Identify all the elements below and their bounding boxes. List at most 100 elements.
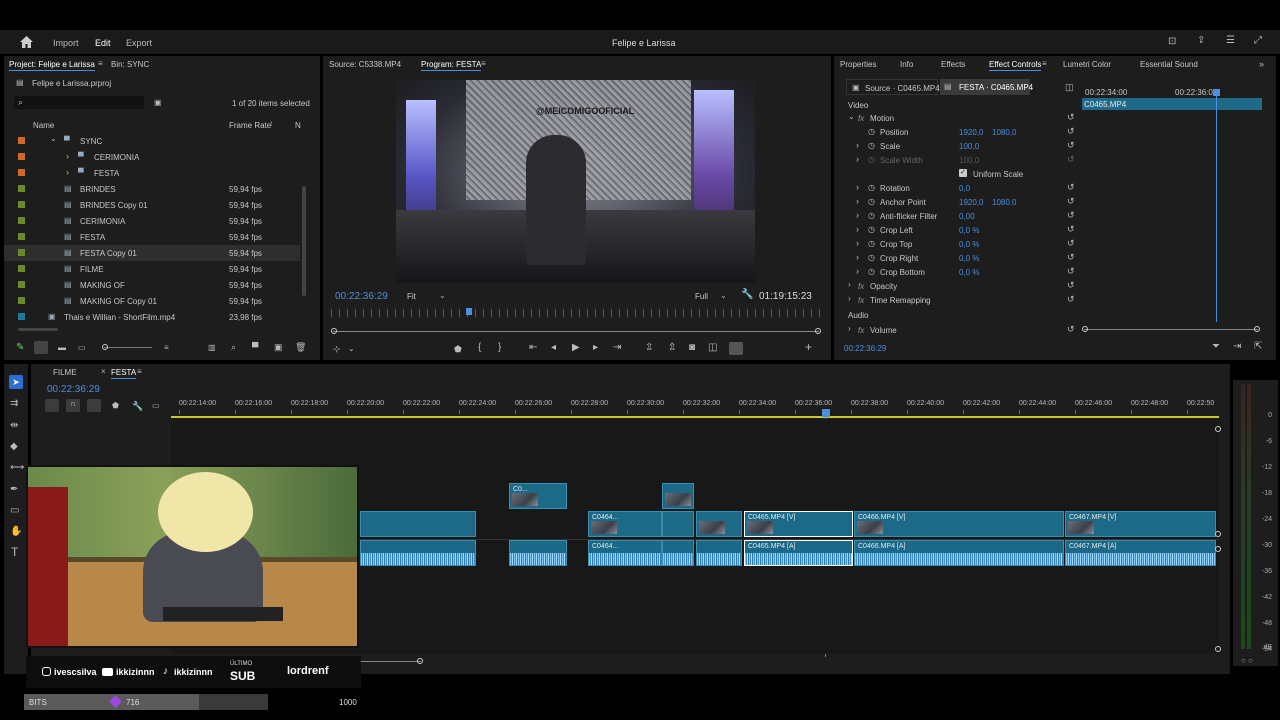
clip-v1-mid[interactable] (696, 511, 742, 537)
vscroll-handle-top[interactable] (1215, 426, 1221, 432)
hand-tool-icon[interactable]: ✋ (10, 527, 22, 537)
clip-a1-c0465[interactable]: C0465.MP4 [A] (744, 540, 853, 566)
fx-badge[interactable]: fx (858, 114, 864, 123)
tab-lumetri-color[interactable]: Lumetri Color (1063, 60, 1111, 69)
safe-margins-icon[interactable]: ⊹ (333, 344, 341, 354)
tab-info[interactable]: Info (900, 60, 913, 69)
stopwatch-icon[interactable]: ◷ (868, 127, 875, 137)
reset-icon[interactable]: ↺ (1067, 280, 1075, 290)
more-panels-icon[interactable]: » (1259, 59, 1264, 69)
type-tool-icon[interactable]: T (11, 546, 18, 558)
tab-bin[interactable]: Bin: SYNC (111, 60, 149, 69)
property-value[interactable]: 100,0 (959, 156, 979, 165)
clip-a1-c0467[interactable]: C0467.MP4 [A] (1065, 540, 1216, 566)
tab-project[interactable]: Project: Felipe e Larissa (9, 60, 95, 71)
fit-chevron-icon[interactable]: ⌄ (439, 291, 446, 301)
step-forward-icon[interactable]: ▸ (593, 343, 598, 353)
program-timecode[interactable]: 00:22:36:29 (335, 291, 388, 302)
stopwatch-icon[interactable]: ◷ (868, 239, 875, 249)
list-view-button[interactable] (34, 341, 48, 354)
icon-view-icon[interactable]: ▬ (58, 343, 66, 353)
fx-badge[interactable]: fx (858, 296, 864, 305)
property-value[interactable]: 0,0 % (959, 240, 979, 249)
list-item[interactable]: ▤ BRINDES 59,94 fps (4, 181, 300, 197)
tab-filme[interactable]: FILME (53, 368, 77, 377)
chevron-right-icon[interactable]: › (856, 182, 859, 192)
extract-icon[interactable]: ⇬ (668, 343, 676, 353)
fx-badge[interactable]: fx (858, 282, 864, 291)
new-item-icon[interactable]: ▣ (274, 342, 283, 352)
clip-v1-c0464[interactable]: C0464... (588, 511, 662, 537)
fit-dropdown[interactable]: Fit (407, 292, 416, 301)
tab-effect-controls[interactable]: Effect Controls (989, 60, 1042, 71)
property-value-2[interactable]: 1080,0 (992, 198, 1016, 207)
mark-out-icon[interactable]: } (498, 343, 501, 353)
trash-icon[interactable]: 🗑 (295, 342, 306, 352)
fullscreen-icon[interactable]: ⤢ (1254, 36, 1262, 46)
razor-icon[interactable]: ◆ (10, 442, 18, 452)
property-value[interactable]: 0,0 % (959, 226, 979, 235)
zoom-bar[interactable] (331, 328, 821, 334)
stopwatch-icon[interactable]: ◷ (868, 141, 875, 151)
add-button-icon[interactable]: + (805, 341, 812, 353)
clip-v1-prev[interactable] (360, 511, 476, 537)
video-frame[interactable]: @MEICOMIGOOFICIAL (396, 80, 755, 283)
label-color-swatch[interactable] (18, 249, 25, 256)
label-color-swatch[interactable] (18, 153, 25, 160)
proxy-toggle[interactable] (729, 342, 743, 355)
stopwatch-icon[interactable]: ◷ (868, 225, 875, 235)
lift-icon[interactable]: ⇫ (645, 343, 653, 353)
project-scrollbar[interactable] (302, 186, 306, 296)
quality-chevron-icon[interactable]: ⌄ (720, 291, 727, 301)
program-menu-icon[interactable]: ≡ (481, 59, 486, 69)
label-color-swatch[interactable] (18, 233, 25, 240)
list-item[interactable]: ▤ MAKING OF 59,94 fps (4, 277, 300, 293)
chevron-down-icon[interactable]: ⌄ (848, 112, 855, 122)
edit-tab[interactable]: Edit (95, 38, 111, 48)
freeform-view-icon[interactable]: ▭ (78, 343, 86, 353)
close-tab-icon[interactable]: × (101, 367, 106, 377)
stopwatch-icon[interactable]: ◷ (868, 253, 875, 263)
nest-toggle[interactable] (45, 399, 59, 412)
list-item[interactable]: ⌄ ▀ SYNC (4, 133, 300, 149)
ec-timecode[interactable]: 00:22:36:29 (844, 344, 886, 353)
mini-ruler[interactable] (331, 309, 821, 317)
ec-zoom-bar[interactable] (1082, 326, 1260, 332)
timeline-settings-icon[interactable]: 🔧 (132, 401, 143, 411)
timeline-timecode[interactable]: 00:22:36:29 (47, 384, 100, 395)
property-row[interactable]: ✓ Uniform Scale (834, 167, 1080, 181)
clip-a1-c0464[interactable]: C0464... (588, 540, 662, 566)
list-item[interactable]: ▤ FESTA 59,94 fps (4, 229, 300, 245)
property-value[interactable]: 0,0 (959, 184, 970, 193)
reset-icon[interactable]: ↺ (1067, 112, 1075, 122)
property-value[interactable]: 0,0 % (959, 254, 979, 263)
label-color-swatch[interactable] (18, 201, 25, 208)
chevron-down-icon[interactable]: ⌄ (50, 134, 57, 144)
vscroll-handle-bottom[interactable] (1215, 646, 1221, 652)
reset-icon[interactable]: ↺ (1067, 266, 1075, 276)
sort-icon[interactable]: ≡ (164, 343, 169, 353)
property-row[interactable]: › fx Opacity ↺ (834, 279, 1080, 293)
workspaces-icon[interactable]: ☰ (1226, 36, 1235, 46)
comparison-view-icon[interactable]: ◫ (708, 343, 717, 353)
chevron-right-icon[interactable]: › (856, 224, 859, 234)
property-row[interactable]: › ◷ Crop Left 0,0 % ↺ (834, 223, 1080, 237)
stopwatch-icon[interactable]: ◷ (868, 183, 875, 193)
linked-selection-toggle[interactable] (87, 399, 101, 412)
meter-solo-buttons[interactable]: ○ ○ (1241, 656, 1253, 665)
clip-a1-b[interactable] (509, 540, 567, 566)
label-color-swatch[interactable] (18, 185, 25, 192)
clip-a1-mid[interactable] (696, 540, 742, 566)
tab-program[interactable]: Program: FESTA (421, 60, 482, 71)
new-bin-icon[interactable]: ▀ (252, 342, 258, 352)
property-row[interactable]: › fx Time Remapping ↺ (834, 293, 1080, 307)
filter-icon[interactable]: ⏷ (1212, 342, 1220, 352)
list-item[interactable]: › ▀ CERIMONIA (4, 149, 300, 165)
marker-icon[interactable]: ⬟ (454, 344, 462, 354)
quick-export-icon[interactable]: ⊡ (1168, 37, 1176, 47)
label-color-swatch[interactable] (18, 265, 25, 272)
tab-effects[interactable]: Effects (941, 60, 965, 69)
share-icon[interactable]: ⇪ (1197, 36, 1205, 46)
reset-icon[interactable]: ↺ (1067, 224, 1075, 234)
export-frame-icon[interactable]: ⇱ (1254, 342, 1262, 352)
